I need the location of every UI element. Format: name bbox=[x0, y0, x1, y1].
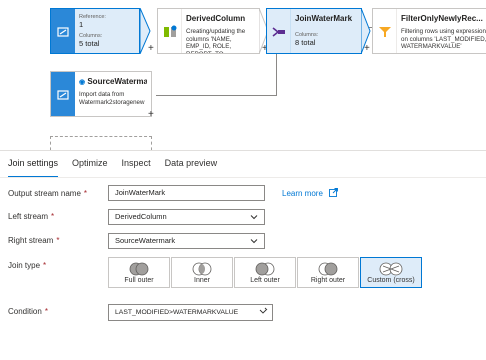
join-type-left-outer[interactable]: Left outer bbox=[234, 257, 296, 288]
dataflow-canvas[interactable]: Reference: 1 Columns: 5 total + DerivedC… bbox=[0, 0, 486, 150]
node-body: FilterOnlyNewlyRec... Filtering rows usi… bbox=[401, 9, 486, 53]
node-body: DerivedColumn Creating/updating the colu… bbox=[186, 9, 255, 53]
node-icon-area bbox=[158, 9, 182, 53]
derived-column-icon bbox=[164, 25, 177, 37]
output-stream-label: Output stream name * bbox=[8, 189, 87, 198]
source-watermark-title: ◉ SourceWatermark bbox=[79, 77, 147, 86]
condition-expression-input[interactable]: LAST_MODIFIED>WATERMARKVALUE bbox=[108, 304, 273, 321]
node-body: Reference: 1 Columns: 5 total bbox=[79, 9, 135, 53]
left-outer-join-icon bbox=[255, 262, 275, 276]
join-type-custom-cross[interactable]: Custom (cross) bbox=[360, 257, 422, 288]
filter-icon bbox=[379, 27, 391, 37]
join-type-right-outer[interactable]: Right outer bbox=[297, 257, 359, 288]
reference-node[interactable]: Reference: 1 Columns: 5 total bbox=[50, 8, 140, 54]
full-outer-join-icon bbox=[129, 262, 149, 276]
add-transform-button[interactable]: + bbox=[148, 44, 154, 54]
learn-more-link[interactable]: Learn more bbox=[282, 188, 339, 198]
filter-node[interactable]: FilterOnlyNewlyRec... Filtering rows usi… bbox=[372, 8, 486, 54]
right-stream-label: Right stream * bbox=[8, 236, 59, 245]
source-watermark-node[interactable]: ◉ SourceWatermark Import data from Water… bbox=[50, 71, 152, 117]
columns-value: 8 total bbox=[295, 38, 316, 47]
source-icon bbox=[57, 90, 69, 100]
add-transform-button[interactable]: + bbox=[148, 110, 154, 120]
join-type-options: Full outer Inner Left outer Right outer … bbox=[108, 257, 423, 288]
reference-value: 1 bbox=[79, 20, 84, 29]
inner-join-icon bbox=[192, 262, 212, 276]
join-type-inner[interactable]: Inner bbox=[171, 257, 233, 288]
source-watermark-description: Import data from Watermark2storagenew bbox=[79, 91, 145, 106]
connector-line bbox=[156, 95, 276, 96]
join-watermark-node[interactable]: JoinWaterMark Columns: 8 total bbox=[266, 8, 362, 54]
expression-builder-icon[interactable] bbox=[258, 307, 268, 317]
node-icon-area bbox=[267, 9, 291, 53]
right-stream-label-text: Right stream bbox=[8, 236, 54, 245]
join-type-full-outer[interactable]: Full outer bbox=[108, 257, 170, 288]
right-outer-join-icon bbox=[318, 262, 338, 276]
source-icon bbox=[57, 27, 69, 37]
join-type-label: Custom (cross) bbox=[367, 277, 415, 284]
derived-column-node[interactable]: DerivedColumn Creating/updating the colu… bbox=[157, 8, 260, 54]
cross-join-icon bbox=[379, 262, 403, 276]
join-type-label: Left outer bbox=[250, 277, 280, 284]
tab-join-settings[interactable]: Join settings bbox=[8, 158, 59, 178]
tab-inspect[interactable]: Inspect bbox=[122, 158, 151, 178]
required-mark: * bbox=[51, 212, 55, 221]
condition-value: LAST_MODIFIED>WATERMARKVALUE bbox=[115, 309, 239, 316]
right-stream-dropdown[interactable]: SourceWatermark bbox=[108, 233, 265, 249]
join-type-label: Right outer bbox=[310, 277, 346, 284]
left-stream-label-text: Left stream bbox=[8, 212, 49, 221]
join-icon bbox=[272, 27, 285, 37]
tab-optimize[interactable]: Optimize bbox=[72, 158, 108, 178]
derived-column-title: DerivedColumn bbox=[186, 14, 246, 23]
output-stream-input[interactable]: JoinWaterMark bbox=[108, 185, 265, 201]
filter-description: Filtering rows using expressions on colu… bbox=[401, 28, 486, 51]
settings-tabs: Join settings Optimize Inspect Data prev… bbox=[8, 158, 231, 178]
connector-line bbox=[276, 52, 277, 96]
chevron-down-icon bbox=[250, 215, 258, 220]
join-watermark-title: JoinWaterMark bbox=[295, 14, 353, 23]
panel-divider bbox=[0, 150, 486, 151]
left-stream-dropdown[interactable]: DerivedColumn bbox=[108, 209, 265, 225]
required-mark: * bbox=[83, 189, 88, 198]
add-source-placeholder[interactable] bbox=[50, 136, 152, 150]
required-mark: * bbox=[44, 307, 48, 316]
node-icon-area bbox=[373, 9, 397, 53]
tab-underline-rule bbox=[0, 177, 486, 178]
node-body: JoinWaterMark Columns: 8 total bbox=[295, 9, 357, 53]
columns-value: 5 total bbox=[79, 39, 100, 48]
chevron-down-icon bbox=[250, 239, 258, 244]
left-stream-value: DerivedColumn bbox=[115, 212, 167, 221]
tab-data-preview[interactable]: Data preview bbox=[165, 158, 218, 178]
join-type-label: Inner bbox=[194, 277, 210, 284]
wifi-icon: ◉ bbox=[79, 79, 86, 86]
join-type-label: Full outer bbox=[124, 277, 154, 284]
derived-column-description: Creating/updating the columns 'NAME, EMP… bbox=[186, 28, 246, 53]
learn-more-text: Learn more bbox=[282, 189, 323, 198]
node-icon-area bbox=[51, 9, 75, 53]
node-body: ◉ SourceWatermark Import data from Water… bbox=[79, 72, 147, 116]
filter-title: FilterOnlyNewlyRec... bbox=[401, 14, 483, 23]
left-stream-label: Left stream * bbox=[8, 212, 54, 221]
condition-label-text: Condition bbox=[8, 307, 42, 316]
join-type-label: Join type * bbox=[8, 261, 46, 270]
join-type-label-text: Join type bbox=[8, 261, 41, 270]
required-mark: * bbox=[56, 236, 60, 245]
add-transform-button[interactable]: + bbox=[364, 44, 370, 54]
source-watermark-title-text: SourceWatermark bbox=[87, 77, 147, 86]
output-stream-label-text: Output stream name bbox=[8, 189, 81, 198]
node-icon-area bbox=[51, 72, 75, 116]
right-stream-value: SourceWatermark bbox=[115, 236, 176, 245]
external-link-icon bbox=[329, 188, 339, 197]
condition-label: Condition * bbox=[8, 307, 48, 316]
required-mark: * bbox=[43, 261, 47, 270]
